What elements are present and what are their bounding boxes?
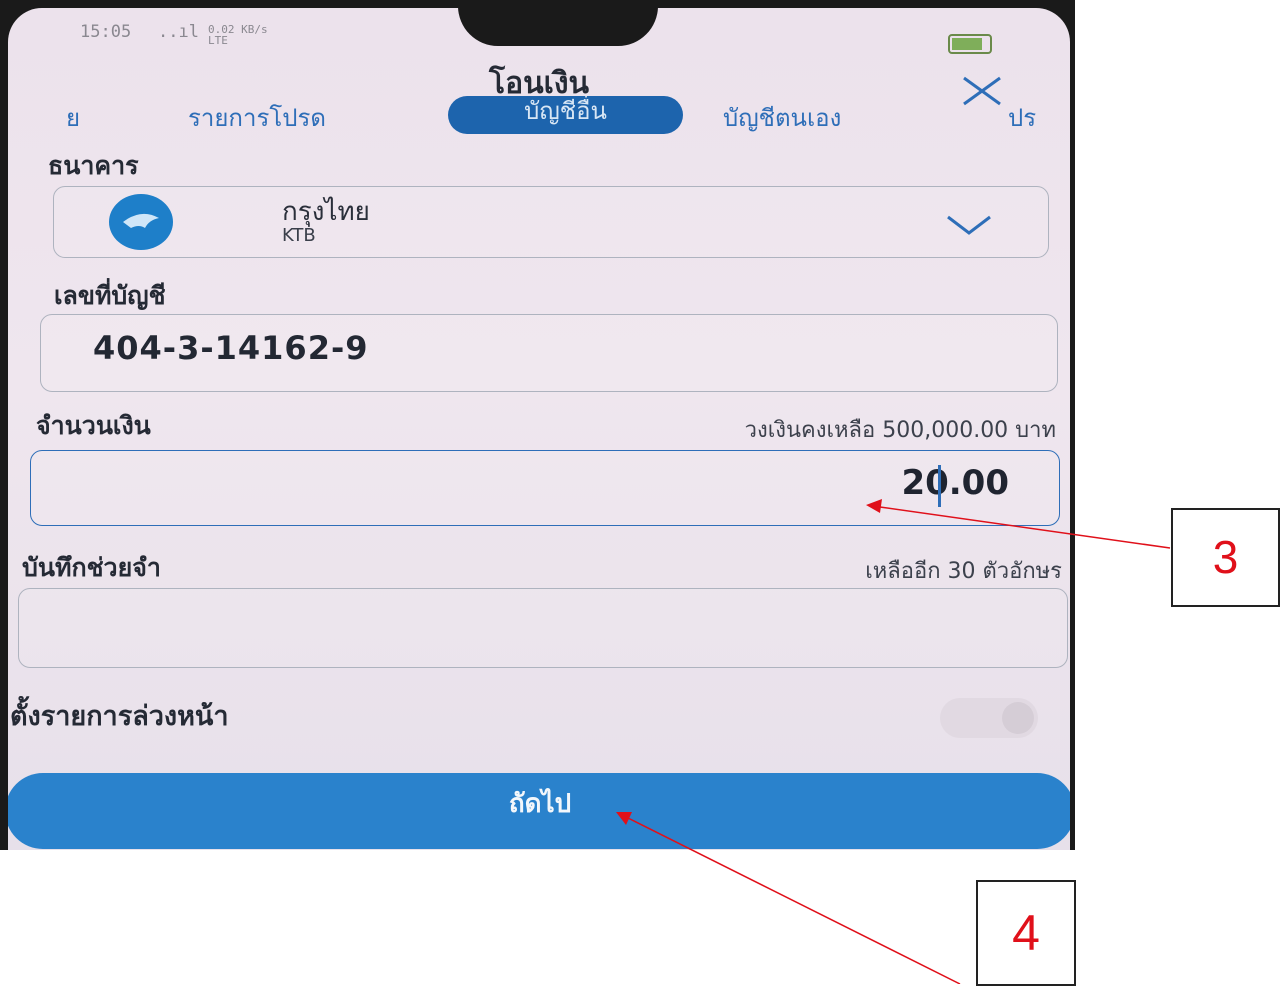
status-time: 15:05 — [80, 22, 132, 42]
amount-value: 20.00 — [901, 463, 1009, 503]
amount-limit-text: วงเงินคงเหลือ 500,000.00 บาท — [744, 418, 1056, 443]
account-label: เลขที่บัญชี — [54, 281, 166, 310]
tab-partial-left[interactable]: ย — [66, 98, 80, 137]
bank-label: ธนาคาร — [48, 151, 139, 180]
network-speed: 0.02 KB/s LTE — [208, 23, 268, 47]
text-cursor — [938, 465, 941, 507]
app-screen: 15:05 ..ıl 0.02 KB/s LTE โอนเงิน ย รายกา… — [8, 8, 1070, 850]
tab-own-account[interactable]: บัญชีตนเอง — [723, 98, 841, 137]
bank-select[interactable]: กรุงไทย KTB — [53, 186, 1049, 258]
amount-input[interactable]: 20.00 — [30, 450, 1060, 526]
bank-code: KTB — [282, 225, 316, 246]
tab-partial-right[interactable]: ปร — [1008, 98, 1036, 137]
memo-input[interactable] — [18, 588, 1068, 668]
battery-icon — [948, 34, 992, 54]
signal-icon: ..ıl — [158, 22, 199, 42]
close-icon — [963, 76, 1001, 106]
schedule-toggle[interactable] — [940, 698, 1038, 738]
tab-other-account[interactable]: บัญชีอื่น — [448, 96, 683, 134]
bank-logo-icon — [109, 194, 173, 250]
amount-label: จำนวนเงิน — [36, 411, 151, 440]
close-button[interactable] — [960, 70, 1004, 114]
annotation-label-3: 3 — [1171, 508, 1280, 607]
camera-notch — [458, 8, 658, 46]
next-button[interactable]: ถัดไป — [8, 773, 1070, 849]
annotation-label-4: 4 — [976, 880, 1076, 986]
tab-favorites[interactable]: รายการโปรด — [188, 98, 326, 137]
memo-remaining-text: เหลืออีก 30 ตัวอักษร — [865, 559, 1062, 584]
account-number-input[interactable]: 404-3-14162-9 — [40, 314, 1058, 392]
chevron-down-icon — [947, 215, 991, 235]
memo-label: บันทึกช่วยจำ — [22, 553, 161, 582]
account-number-value: 404-3-14162-9 — [93, 329, 369, 367]
toggle-knob — [1002, 702, 1034, 734]
phone-frame: 15:05 ..ıl 0.02 KB/s LTE โอนเงิน ย รายกา… — [0, 0, 1075, 850]
schedule-label: ตั้งรายการล่วงหน้า — [10, 701, 229, 732]
